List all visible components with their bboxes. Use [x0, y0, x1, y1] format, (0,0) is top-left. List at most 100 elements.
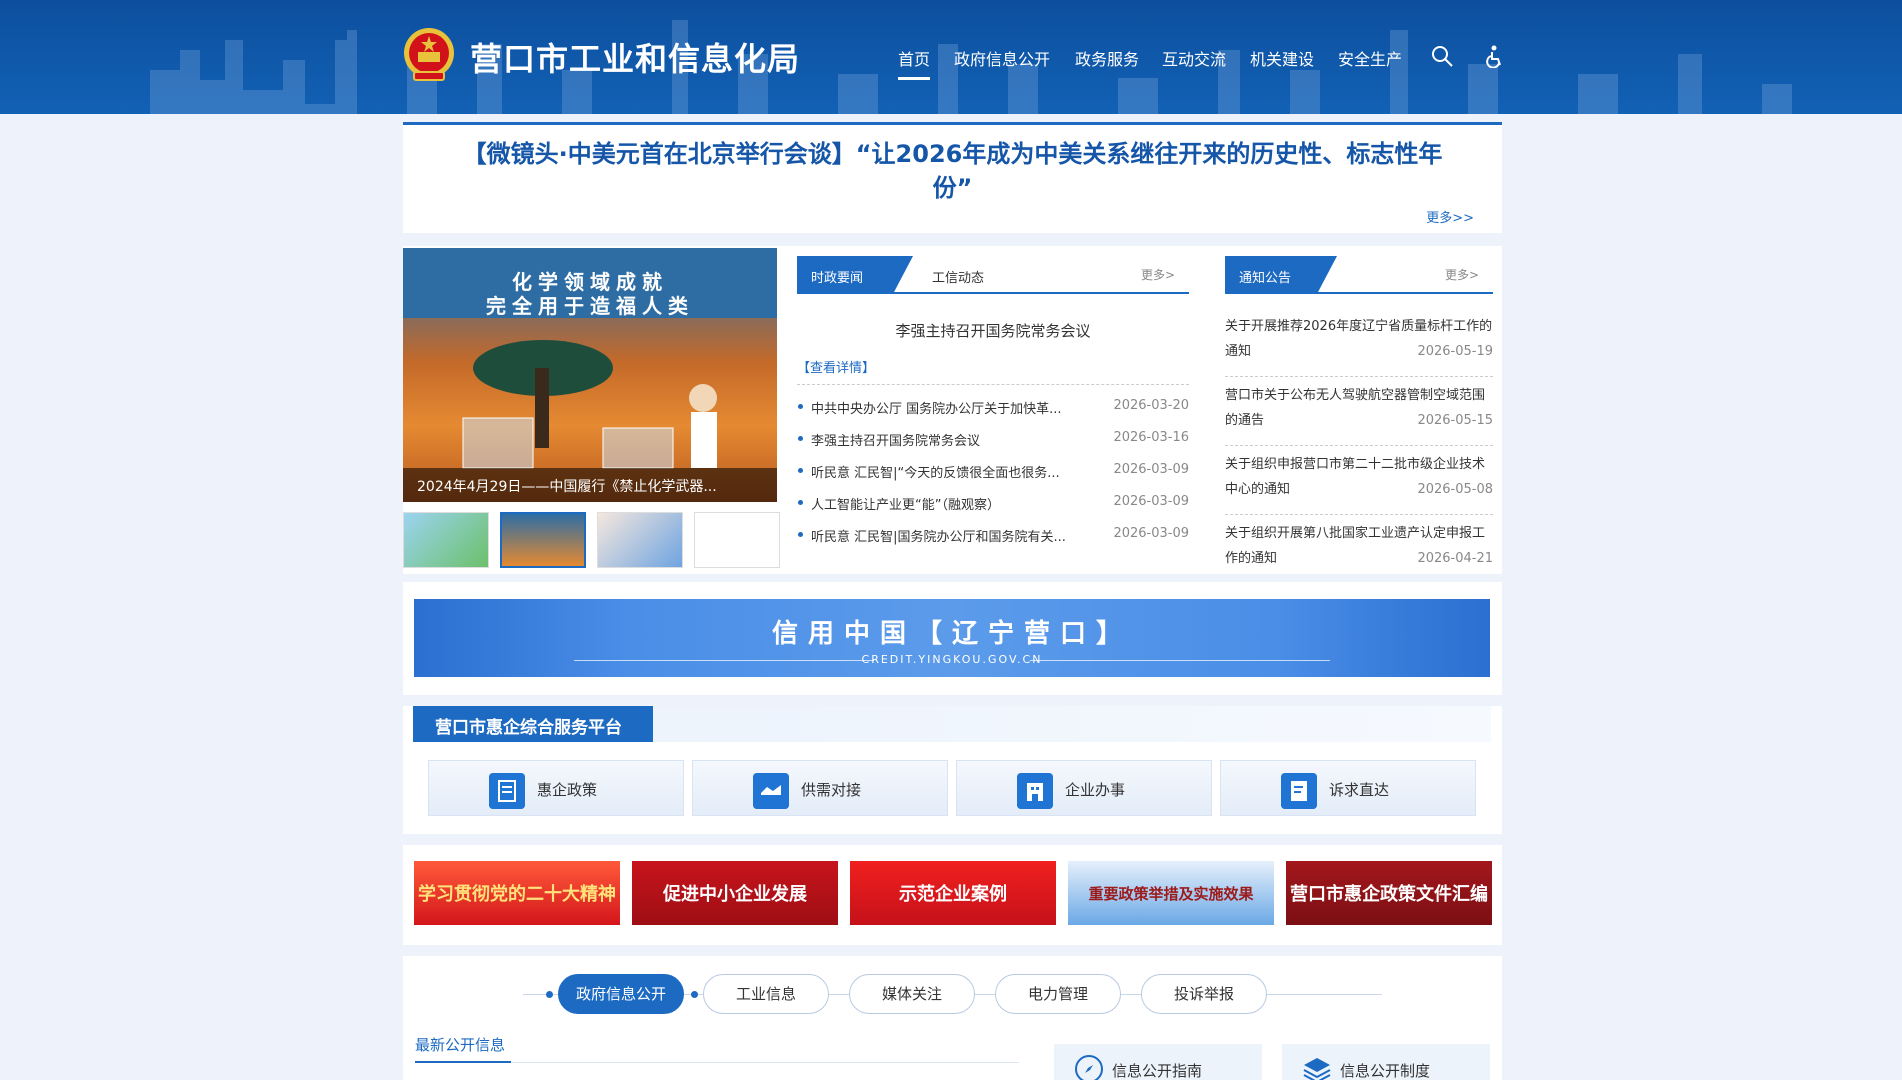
notice-item-date: 2026-04-21	[1417, 551, 1493, 566]
nav-interaction[interactable]: 互动交流	[1162, 46, 1226, 80]
site-header: 营口市工业和信息化局 首页 政府信息公开 政务服务 互动交流 机关建设 安全生产	[0, 0, 1902, 114]
tab-media[interactable]: 媒体关注	[849, 974, 975, 1014]
guide-label: 信息公开指南	[1112, 1062, 1203, 1080]
news-item-date: 2026-03-16	[1113, 430, 1189, 445]
headline-panel: 【微镜头·中美元首在北京举行会谈】“让2026年成为中美关系继往开来的历史性、标…	[403, 122, 1502, 233]
list-item[interactable]: 营口市关于公布无人驾驶航空器管制空域范围的通告 2026-05-15	[1225, 377, 1493, 446]
skyline-decoration	[150, 20, 1792, 114]
site-title[interactable]: 营口市工业和信息化局	[470, 34, 800, 80]
divider	[797, 384, 1189, 385]
notice-item-date: 2026-05-15	[1417, 413, 1493, 428]
tab-industry-news[interactable]: 工信动态	[932, 267, 984, 286]
info-tab-row: 政府信息公开 工业信息 媒体关注 电力管理 投诉举报	[403, 974, 1502, 1016]
credit-china-banner[interactable]: 信用中国【辽宁营口】 CREDIT.YINGKOU.GOV.CN	[414, 599, 1490, 677]
news-item-title[interactable]: 李强主持召开国务院常务会议	[811, 430, 1091, 449]
list-item[interactable]: 听民意 汇民智|国务院办公厅和国务院有关... 2026-03-09	[797, 520, 1189, 552]
nav-organ[interactable]: 机关建设	[1250, 46, 1314, 80]
notice-list: 关于开展推荐2026年度辽宁省质量标杆工作的通知 2026-05-19 营口市关于…	[1225, 308, 1493, 584]
nav-safety[interactable]: 安全生产	[1338, 46, 1402, 80]
policy-doc-icon	[489, 773, 525, 809]
search-icon[interactable]	[1430, 44, 1454, 68]
tab-complaint[interactable]: 投诉举报	[1141, 974, 1267, 1014]
headline-more-link[interactable]: 更多>>	[1426, 207, 1474, 226]
platform-title[interactable]: 营口市惠企综合服务平台	[413, 706, 653, 742]
credit-panel: 信用中国【辽宁营口】 CREDIT.YINGKOU.GOV.CN	[403, 582, 1502, 695]
promo-demo-cases[interactable]: 示范企业案例	[850, 861, 1056, 925]
news-column: 时政要闻 工信动态 更多> 李强主持召开国务院常务会议 【查看详情】 中共中央办…	[797, 256, 1189, 566]
bullet-icon	[798, 500, 803, 505]
notice-item-date: 2026-05-08	[1417, 482, 1493, 497]
list-item[interactable]: 关于组织申报营口市第二十二批市级企业技术中心的通知 2026-05-08	[1225, 446, 1493, 515]
news-detail-link[interactable]: 【查看详情】	[797, 357, 875, 376]
platform-header: 营口市惠企综合服务平台	[413, 706, 1491, 742]
list-item[interactable]: 中共中央办公厅 国务院办公厅关于加快革... 2026-03-20	[797, 392, 1189, 424]
promo-label: 学习贯彻党的二十大精神	[418, 884, 616, 905]
news-item-title[interactable]: 中共中央办公厅 国务院办公厅关于加快革...	[811, 398, 1091, 417]
dot-icon	[546, 991, 553, 998]
promo-key-policies[interactable]: 重要政策举措及实施效果	[1068, 861, 1274, 925]
promo-party-congress[interactable]: 学习贯彻党的二十大精神	[414, 861, 620, 925]
carousel-thumb-3[interactable]	[597, 512, 683, 568]
headline-title[interactable]: 【微镜头·中美元首在北京举行会谈】“让2026年成为中美关系继往开来的历史性、标…	[443, 137, 1462, 205]
dot-icon	[691, 991, 698, 998]
list-item[interactable]: 李强主持召开国务院常务会议 2026-03-16	[797, 424, 1189, 456]
compass-icon	[1075, 1055, 1103, 1080]
notice-tab-strip: 通知公告 更多>	[1225, 256, 1493, 294]
enterprise-service-platform: 营口市惠企综合服务平台 惠企政策 供需对接 企业办事 诉求直达	[403, 706, 1502, 834]
news-item-title[interactable]: 人工智能让产业更“能”（融观察）	[811, 494, 1091, 513]
accessibility-icon[interactable]	[1482, 44, 1506, 68]
list-item[interactable]: 听民意 汇民智|“今天的反馈很全面也很务... 2026-03-09	[797, 456, 1189, 488]
credit-banner-title: 信用中国【辽宁营口】	[771, 619, 1132, 649]
carousel-main-image[interactable]: 化学领域成就 完全用于造福人类 2024年4月29日——中国履行《禁止化学武器.…	[403, 248, 777, 502]
tab-power[interactable]: 电力管理	[995, 974, 1121, 1014]
news-item-title[interactable]: 听民意 汇民智|国务院办公厅和国务院有关...	[811, 526, 1091, 545]
carousel-caption[interactable]: 2024年4月29日——中国履行《禁止化学武器...	[403, 468, 777, 502]
promo-banners: 学习贯彻党的二十大精神 促进中小企业发展 示范企业案例 重要政策举措及实施效果 …	[403, 845, 1502, 945]
notice-more-link[interactable]: 更多>	[1445, 266, 1479, 283]
edit-note-icon	[1281, 773, 1317, 809]
promo-label: 示范企业案例	[899, 884, 1007, 905]
news-more-link[interactable]: 更多>	[1141, 266, 1175, 283]
nav-gov-service[interactable]: 政务服务	[1075, 46, 1139, 80]
national-emblem-icon[interactable]	[402, 26, 456, 84]
service-supply-button[interactable]: 供需对接	[692, 760, 948, 816]
notice-item-date: 2026-05-19	[1417, 344, 1493, 359]
carousel-thumb-2[interactable]	[500, 512, 586, 568]
service-policy-button[interactable]: 惠企政策	[428, 760, 684, 816]
tab-current-news[interactable]: 时政要闻	[797, 256, 913, 294]
carousel-poster-line2: 完全用于造福人类	[486, 294, 694, 318]
notice-column: 通知公告 更多> 关于开展推荐2026年度辽宁省质量标杆工作的通知 2026-05…	[1225, 256, 1493, 566]
list-item[interactable]: 关于开展推荐2026年度辽宁省质量标杆工作的通知 2026-05-19	[1225, 308, 1493, 377]
info-rules-button[interactable]: 信息公开制度	[1282, 1044, 1490, 1080]
carousel-thumb-1[interactable]	[403, 512, 489, 568]
latest-info-title[interactable]: 最新公开信息	[415, 1034, 505, 1055]
promo-label: 促进中小企业发展	[663, 884, 807, 905]
carousel-thumb-4[interactable]	[694, 512, 780, 568]
bullet-icon	[798, 436, 803, 441]
layers-icon	[1303, 1058, 1331, 1080]
service-label: 供需对接	[801, 781, 862, 799]
info-disclosure-panel: 政府信息公开 工业信息 媒体关注 电力管理 投诉举报 最新公开信息 信息公开指南…	[403, 956, 1502, 1080]
bullet-icon	[798, 468, 803, 473]
nav-gov-info[interactable]: 政府信息公开	[954, 46, 1050, 80]
promo-sme[interactable]: 促进中小企业发展	[632, 861, 838, 925]
nav-home[interactable]: 首页	[898, 46, 931, 80]
news-feature-title[interactable]: 李强主持召开国务院常务会议	[797, 320, 1189, 341]
service-affairs-button[interactable]: 企业办事	[956, 760, 1212, 816]
news-item-date: 2026-03-20	[1113, 398, 1189, 413]
list-item[interactable]: 关于组织开展第八批国家工业遗产认定申报工作的通知 2026-04-21	[1225, 515, 1493, 584]
list-item[interactable]: 人工智能让产业更“能”（融观察） 2026-03-09	[797, 488, 1189, 520]
promo-policy-collection[interactable]: 营口市惠企政策文件汇编	[1286, 861, 1492, 925]
info-guide-button[interactable]: 信息公开指南	[1054, 1044, 1262, 1080]
service-label: 企业办事	[1065, 781, 1126, 799]
service-label: 惠企政策	[537, 781, 598, 799]
news-item-date: 2026-03-09	[1113, 494, 1189, 509]
news-item-title[interactable]: 听民意 汇民智|“今天的反馈很全面也很务...	[811, 462, 1091, 481]
tab-industry-info[interactable]: 工业信息	[703, 974, 829, 1014]
service-appeal-button[interactable]: 诉求直达	[1220, 760, 1476, 816]
tab-gov-info[interactable]: 政府信息公开	[558, 974, 684, 1014]
tab-notice[interactable]: 通知公告	[1225, 256, 1337, 294]
news-row: 化学领域成就 完全用于造福人类 2024年4月29日——中国履行《禁止化学武器.…	[403, 246, 1502, 574]
handshake-icon	[753, 773, 789, 809]
promo-label: 重要政策举措及实施效果	[1088, 884, 1254, 903]
